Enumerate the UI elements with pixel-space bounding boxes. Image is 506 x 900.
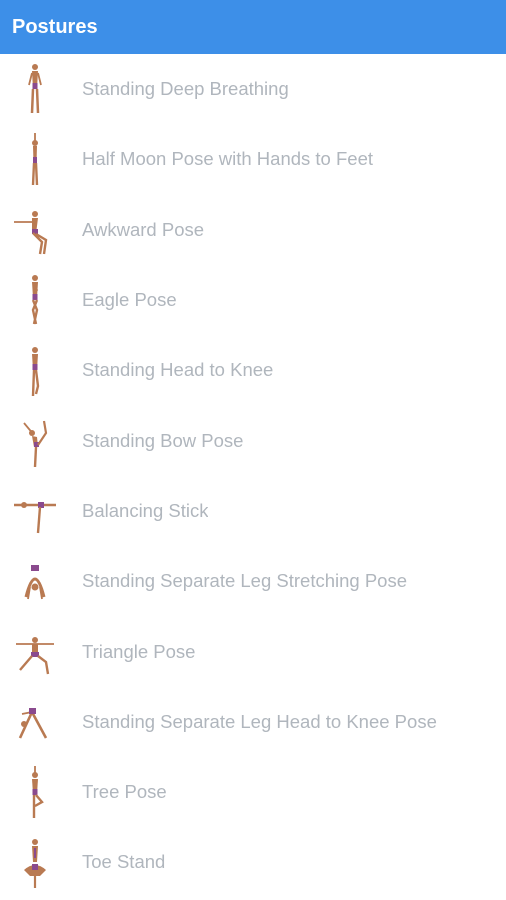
posture-label: Standing Head to Knee [82,359,274,381]
posture-label: Toe Stand [82,851,166,873]
posture-list-item[interactable]: Half Moon Pose with Hands to Feet [0,124,506,194]
posture-label: Standing Bow Pose [82,429,244,451]
posture-list-item[interactable]: Tree Pose [0,757,506,827]
half-moon-figure-icon [0,124,70,194]
separate-leg-head-to-knee-figure-icon [0,687,70,757]
posture-list-item[interactable]: Balancing Stick [0,476,506,546]
posture-list-item[interactable]: Eagle Pose [0,265,506,335]
tree-pose-figure-icon [0,757,70,827]
posture-label: Balancing Stick [82,499,209,521]
balancing-stick-figure-icon [0,476,70,546]
posture-label: Eagle Pose [82,289,177,311]
posture-label: Standing Separate Leg Head to Knee Pose [82,710,437,732]
posture-label: Standing Separate Leg Stretching Pose [82,570,408,592]
posture-list-item[interactable]: Standing Separate Leg Stretching Pose [0,546,506,616]
posture-list-item[interactable]: Awkward Pose [0,195,506,265]
posture-list-item[interactable]: Standing Head to Knee [0,335,506,405]
triangle-pose-figure-icon [0,617,70,687]
awkward-pose-figure-icon [0,195,70,265]
standing-head-to-knee-figure-icon [0,335,70,405]
posture-list: Standing Deep Breathing Half Moon Pose wi… [0,54,506,898]
page-title: Postures [12,15,98,38]
posture-label: Triangle Pose [82,640,196,662]
posture-list-item[interactable]: Standing Separate Leg Head to Knee Pose [0,687,506,757]
posture-label: Awkward Pose [82,218,205,240]
posture-list-item[interactable]: Standing Deep Breathing [0,54,506,124]
standing-deep-breathing-figure-icon [0,54,70,124]
posture-label: Tree Pose [82,781,167,803]
eagle-pose-figure-icon [0,265,70,335]
separate-leg-stretching-figure-icon [0,546,70,616]
posture-label: Half Moon Pose with Hands to Feet [82,148,374,170]
app-bar: Postures [0,0,506,54]
standing-bow-figure-icon [0,406,70,476]
posture-list-item[interactable]: Toe Stand [0,827,506,897]
toe-stand-figure-icon [0,827,70,897]
posture-list-item[interactable]: Standing Bow Pose [0,405,506,475]
posture-label: Standing Deep Breathing [82,78,289,100]
posture-list-item[interactable]: Triangle Pose [0,616,506,686]
